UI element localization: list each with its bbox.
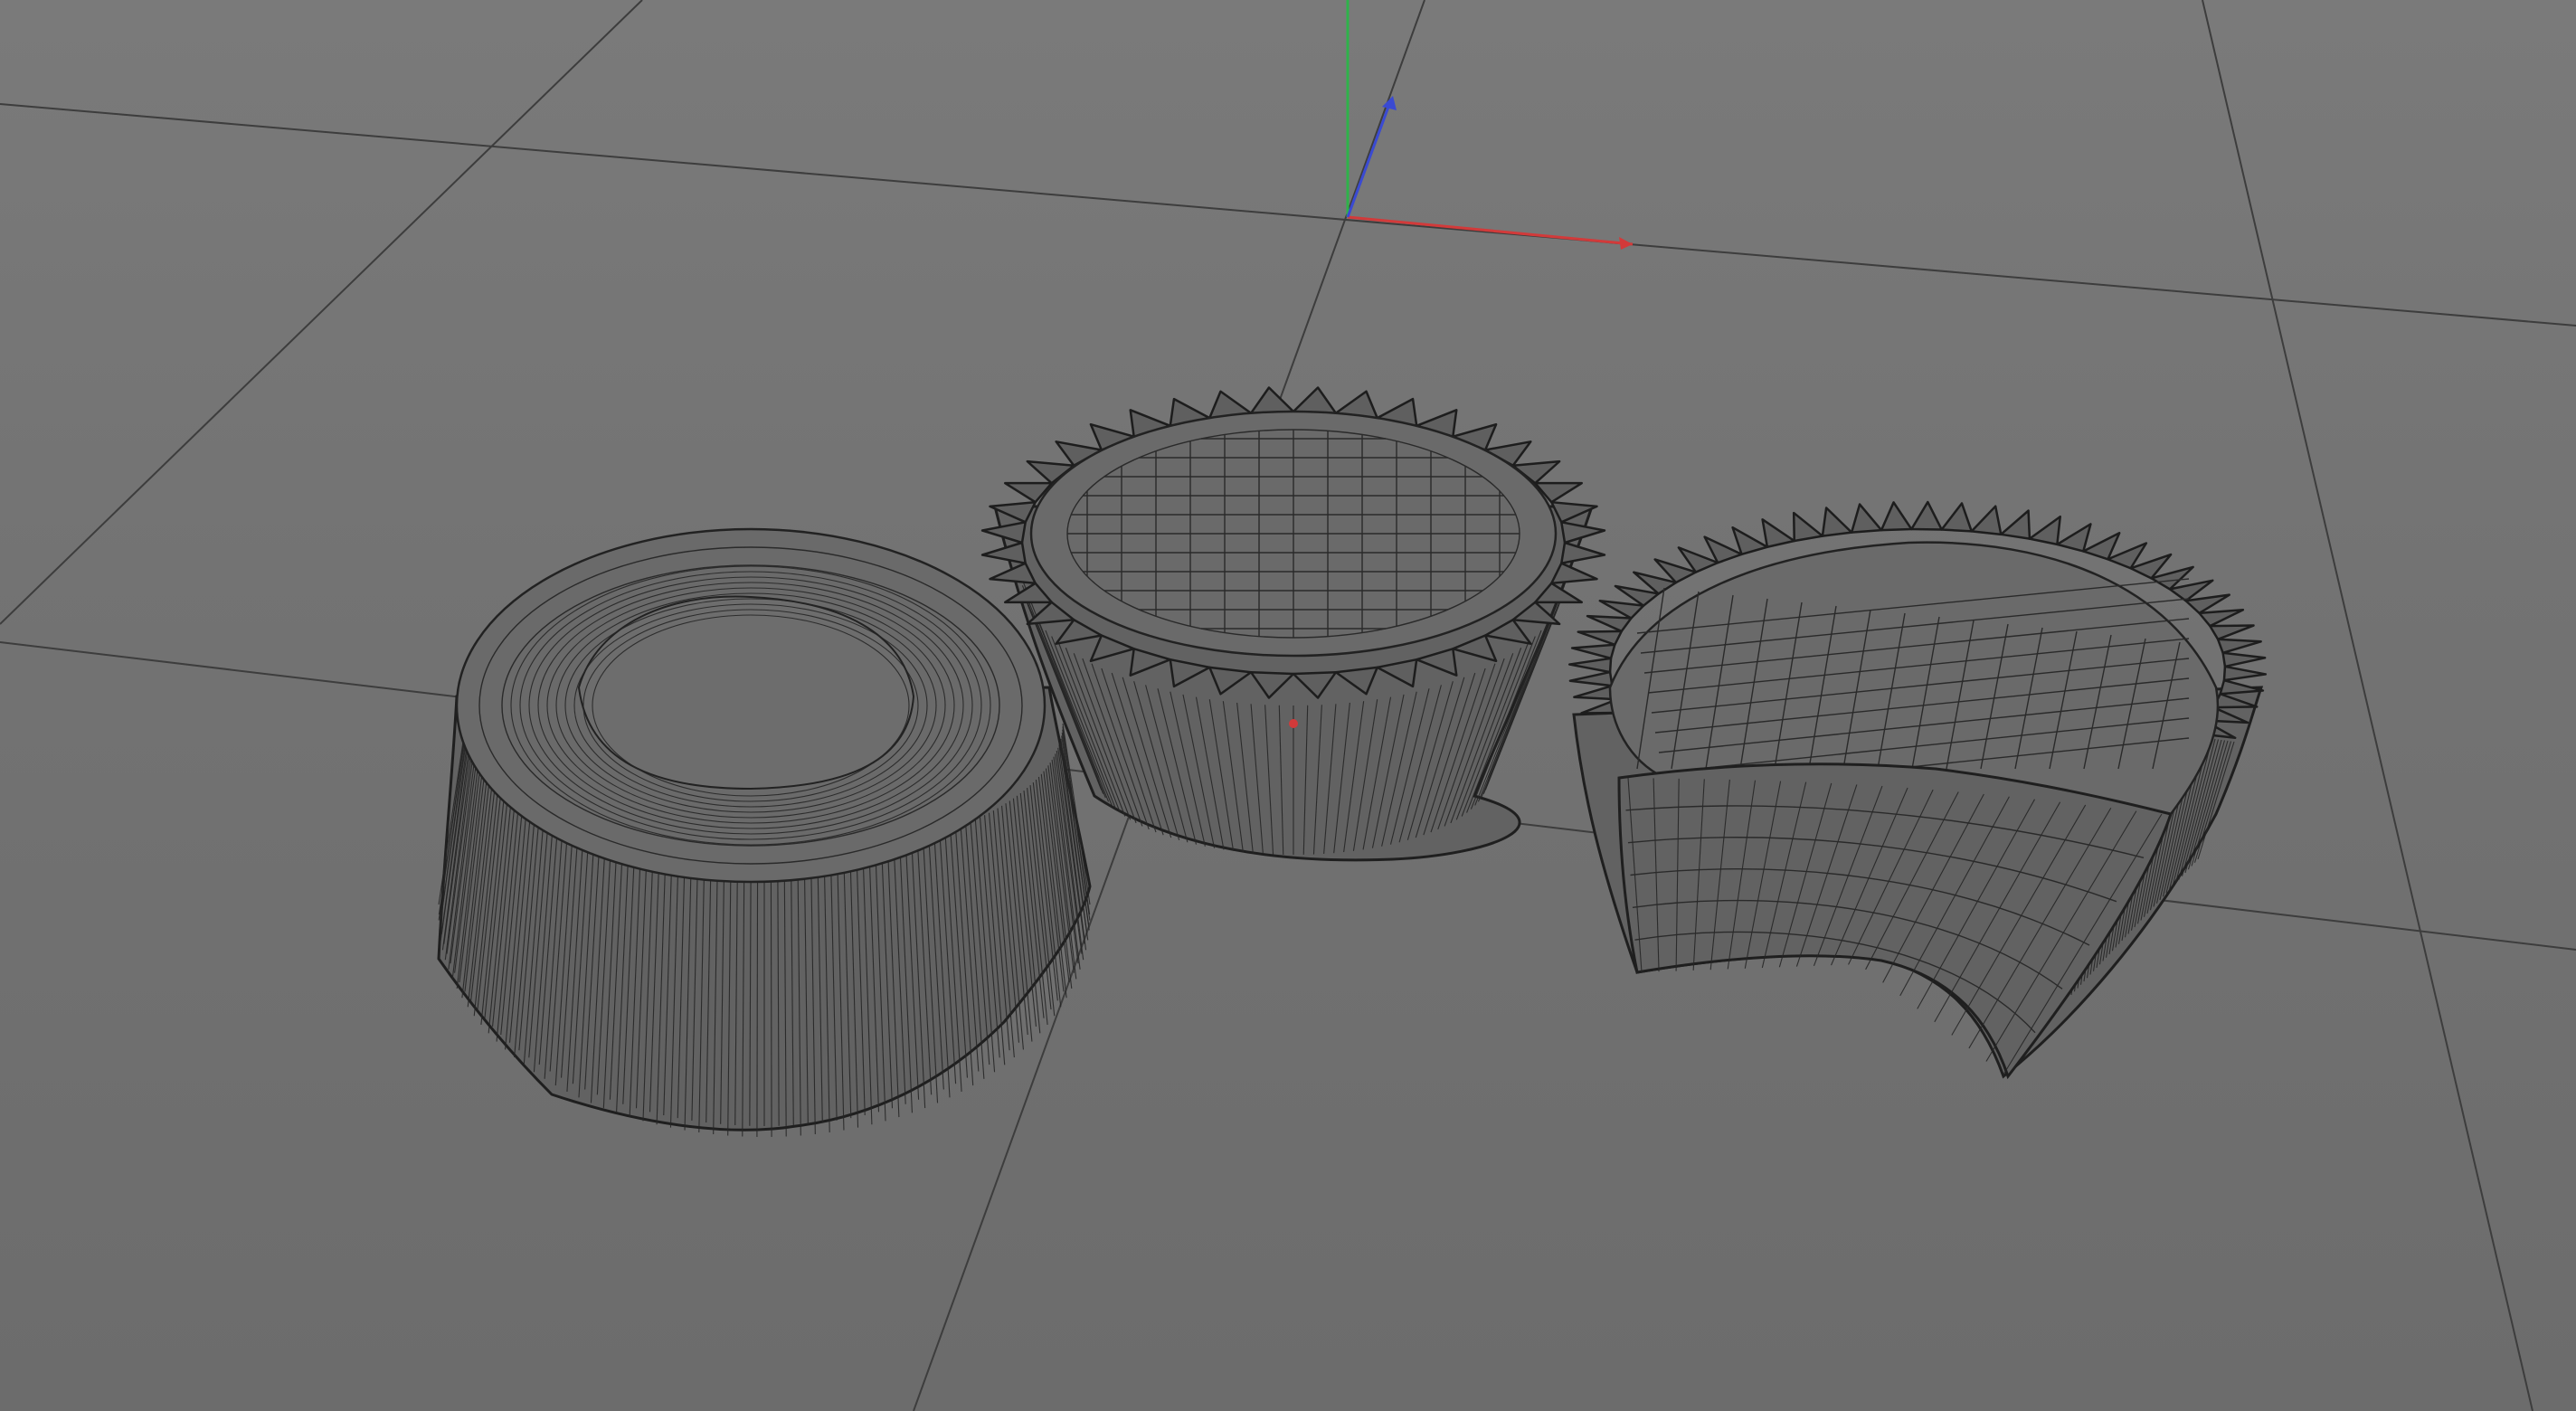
pivot-point[interactable] [1289, 719, 1298, 728]
ruffle-tooth [1570, 643, 1616, 660]
ruffle-tooth [1940, 502, 1974, 533]
ruffle-tooth [1586, 614, 1633, 633]
axis-gizmo [1346, 0, 1634, 250]
ruffle-tooth [2221, 651, 2267, 668]
ruffle-tooth [1568, 670, 1614, 687]
ruffle-tooth [2198, 609, 2245, 628]
x-axis [1347, 215, 1634, 246]
ruffle-tooth [1970, 505, 2003, 536]
ruffle-tooth [1560, 521, 1606, 545]
ruffle-tooth [1560, 541, 1606, 564]
ruffle-tooth [2000, 509, 2031, 540]
ruffle-tooth [1880, 501, 1913, 532]
ruffle-tooth [1731, 526, 1769, 556]
ruffle-tooth [1910, 500, 1943, 531]
ruffle-tooth [1821, 507, 1853, 537]
x-axis-arrow-icon [1619, 237, 1633, 250]
ruffle-tooth [2028, 515, 2061, 546]
ruffle-tooth [1761, 518, 1795, 549]
ruffle-tooth [2222, 665, 2268, 682]
ruffle-tooth [2082, 532, 2121, 561]
ruffle-tooth [1249, 386, 1295, 415]
pleat-line [756, 858, 759, 1137]
ruffle-tooth [1567, 657, 1613, 674]
ruffle-tooth [1792, 511, 1824, 543]
ruffle-tooth [1850, 503, 1883, 534]
3d-viewport[interactable] [0, 0, 2576, 1411]
pleat-line [770, 858, 772, 1137]
ruffle-tooth [2056, 523, 2092, 553]
ruffle-tooth [1598, 599, 1645, 620]
cupcake-liner-fluted[interactable] [980, 386, 1606, 862]
ruffle-tooth [2216, 638, 2262, 655]
ruffle-tooth [1292, 386, 1338, 415]
cupcake-liner-closed[interactable] [437, 527, 1092, 1137]
ruffle-tooth [1577, 630, 1624, 647]
z-axis [1346, 99, 1393, 218]
viewport-scene[interactable] [0, 0, 2576, 1411]
cupcake-liner-cut[interactable] [1567, 500, 2268, 1080]
ruffle-tooth [2209, 624, 2255, 641]
